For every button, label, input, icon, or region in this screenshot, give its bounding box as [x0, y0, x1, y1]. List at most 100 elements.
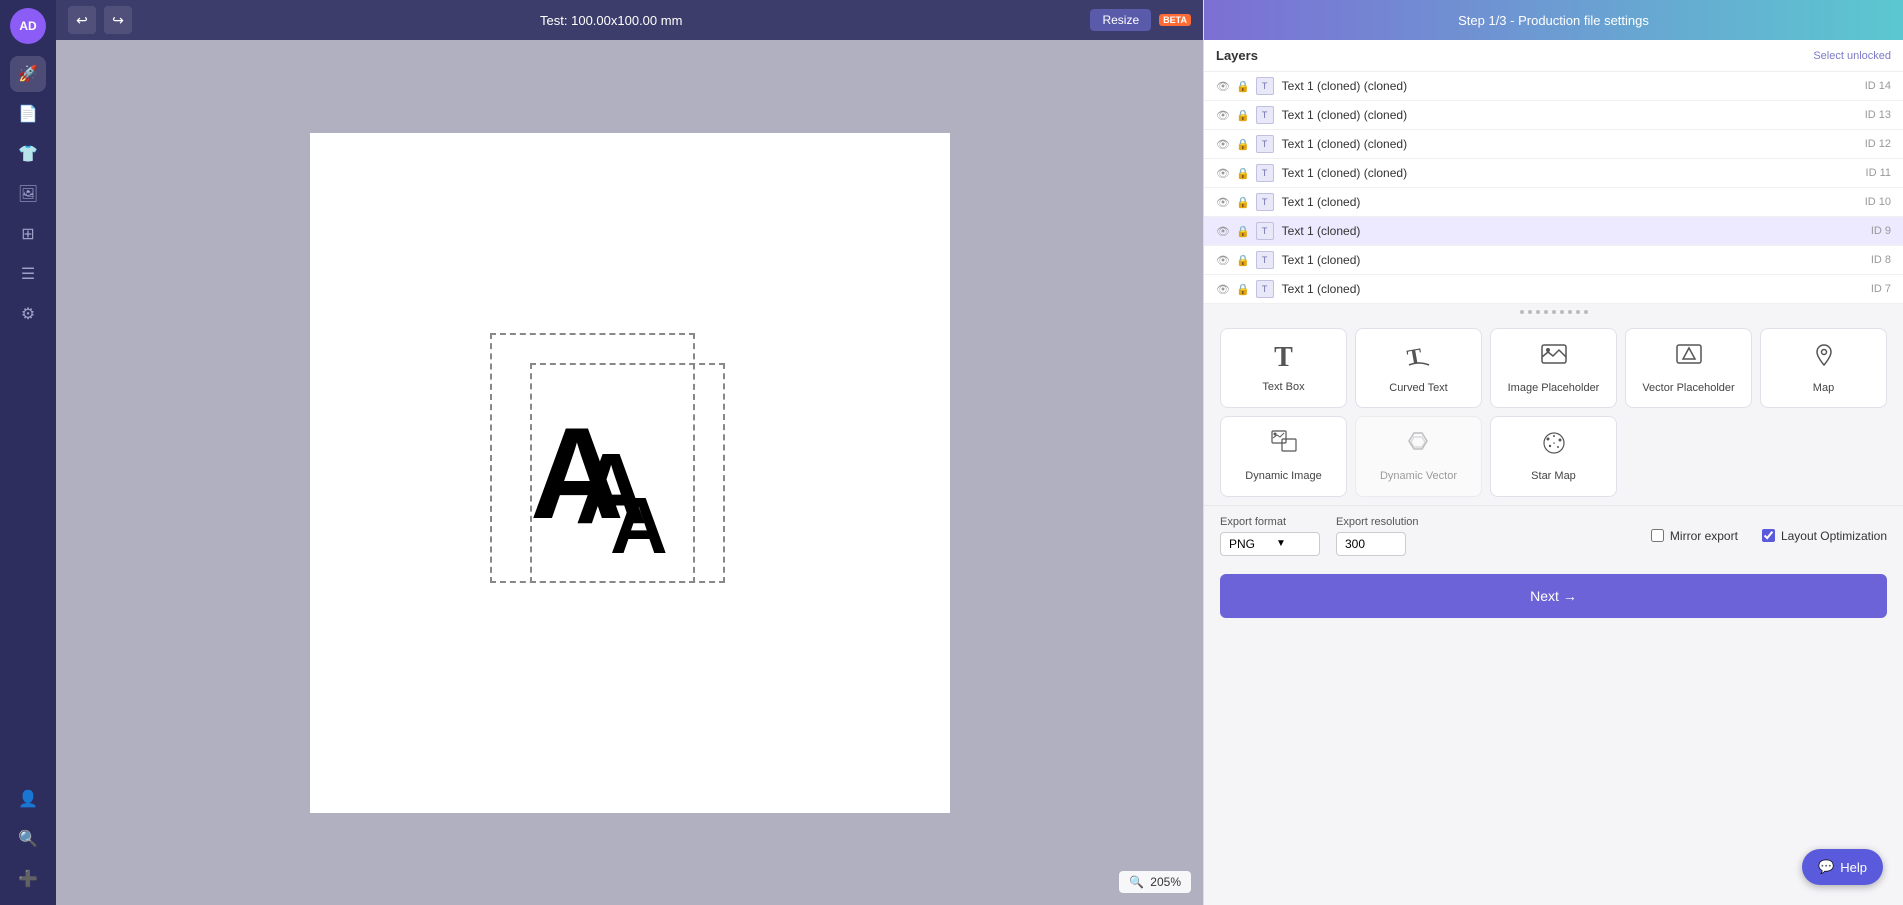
zoom-level: 205%: [1150, 875, 1181, 889]
layer-row[interactable]: 👁 🔒 T Text 1 (cloned) ID 7: [1204, 275, 1903, 304]
tool-vector-placeholder-label: Vector Placeholder: [1642, 381, 1734, 395]
layer-type-icon: T: [1256, 135, 1274, 153]
layer-id: ID 14: [1865, 80, 1891, 92]
layer-name: Text 1 (cloned) (cloned): [1282, 137, 1865, 151]
lock-icon[interactable]: 🔒: [1236, 196, 1250, 209]
vector-placeholder-icon: [1675, 341, 1703, 375]
sidebar-item-image[interactable]: 🖼: [10, 176, 46, 212]
avatar: AD: [10, 8, 46, 44]
layer-row[interactable]: 👁 🔒 T Text 1 (cloned) (cloned) ID 13: [1204, 101, 1903, 130]
mirror-export-label: Mirror export: [1670, 529, 1738, 543]
tool-vector-placeholder[interactable]: Vector Placeholder: [1625, 328, 1752, 408]
grip-handle[interactable]: [1204, 304, 1903, 320]
visibility-icon[interactable]: 👁: [1216, 254, 1230, 267]
grip-dot: [1584, 310, 1588, 314]
top-bar-left: ↩ ↪: [68, 6, 132, 34]
layer-id: ID 11: [1866, 167, 1891, 179]
visibility-icon[interactable]: 👁: [1216, 109, 1230, 122]
layer-name: Text 1 (cloned): [1282, 224, 1871, 238]
map-icon: [1810, 341, 1838, 375]
tool-dynamic-image[interactable]: Dynamic Image: [1220, 416, 1347, 496]
lock-icon[interactable]: 🔒: [1236, 167, 1250, 180]
visibility-icon[interactable]: 👁: [1216, 138, 1230, 151]
dynamic-image-icon: [1270, 429, 1298, 463]
layer-id: ID 9: [1871, 225, 1891, 237]
layer-row[interactable]: 👁 🔒 T Text 1 (cloned) (cloned) ID 11: [1204, 159, 1903, 188]
lock-icon[interactable]: 🔒: [1236, 109, 1250, 122]
tool-dynamic-image-label: Dynamic Image: [1245, 469, 1321, 483]
undo-button[interactable]: ↩: [68, 6, 96, 34]
layer-id: ID 7: [1871, 283, 1891, 295]
tool-star-map[interactable]: Star Map: [1490, 416, 1617, 496]
export-format-label: Export format: [1220, 516, 1320, 528]
visibility-icon[interactable]: 👁: [1216, 283, 1230, 296]
layer-row[interactable]: 👁 🔒 T Text 1 (cloned) (cloned) ID 14: [1204, 72, 1903, 101]
tool-map[interactable]: Map: [1760, 328, 1887, 408]
lock-icon[interactable]: 🔒: [1236, 225, 1250, 238]
layers-header: Layers Select unlocked: [1204, 40, 1903, 72]
text-art: A A A: [490, 353, 710, 583]
layer-row[interactable]: 👁 🔒 T Text 1 (cloned) ID 10: [1204, 188, 1903, 217]
layer-id: ID 12: [1865, 138, 1891, 150]
layer-id: ID 10: [1865, 196, 1891, 208]
sidebar-item-layers[interactable]: ⊞: [10, 216, 46, 252]
tool-image-placeholder[interactable]: Image Placeholder: [1490, 328, 1617, 408]
layout-optimization-checkbox[interactable]: [1762, 529, 1775, 542]
tool-star-map-label: Star Map: [1531, 469, 1576, 483]
export-resolution-input[interactable]: [1336, 532, 1406, 556]
step-label: Step 1/3 - Production file settings: [1458, 13, 1649, 28]
export-format-select-wrap[interactable]: PNG JPG PDF SVG ▼: [1220, 532, 1320, 556]
top-bar: ↩ ↪ Test: 100.00x100.00 mm Resize BETA: [56, 0, 1203, 40]
text-box-icon: T: [1274, 342, 1293, 374]
export-resolution-label: Export resolution: [1336, 516, 1419, 528]
help-button[interactable]: 💬 Help: [1802, 849, 1883, 885]
export-format-select[interactable]: PNG JPG PDF SVG: [1229, 537, 1272, 551]
layer-type-icon: T: [1256, 222, 1274, 240]
grip-dot: [1528, 310, 1532, 314]
select-unlocked-btn[interactable]: Select unlocked: [1813, 50, 1891, 62]
tool-text-box[interactable]: T Text Box: [1220, 328, 1347, 408]
sidebar-item-list[interactable]: ☰: [10, 256, 46, 292]
layer-id: ID 8: [1871, 254, 1891, 266]
grip-dot: [1576, 310, 1580, 314]
next-button[interactable]: Next →: [1220, 574, 1887, 618]
layer-row[interactable]: 👁 🔒 T Text 1 (cloned) (cloned) ID 12: [1204, 130, 1903, 159]
layer-type-icon: T: [1256, 106, 1274, 124]
tool-curved-text[interactable]: T Curved Text: [1355, 328, 1482, 408]
layers-list: 👁 🔒 T Text 1 (cloned) (cloned) ID 14 👁 🔒…: [1204, 72, 1903, 304]
lock-icon[interactable]: 🔒: [1236, 80, 1250, 93]
visibility-icon[interactable]: 👁: [1216, 225, 1230, 238]
tools-grid: T Text Box T Curved Text Image Placehold…: [1204, 320, 1903, 505]
grip-dot: [1568, 310, 1572, 314]
grip-dot: [1520, 310, 1524, 314]
redo-button[interactable]: ↪: [104, 6, 132, 34]
tool-dynamic-vector[interactable]: Dynamic Vector: [1355, 416, 1482, 496]
layer-name: Text 1 (cloned) (cloned): [1282, 166, 1866, 180]
lock-icon[interactable]: 🔒: [1236, 138, 1250, 151]
layer-row[interactable]: 👁 🔒 T Text 1 (cloned) ID 8: [1204, 246, 1903, 275]
layer-type-icon: T: [1256, 193, 1274, 211]
mirror-export-checkbox[interactable]: [1651, 529, 1664, 542]
sidebar-item-user[interactable]: 👤: [10, 781, 46, 817]
layer-type-icon: T: [1256, 251, 1274, 269]
sidebar-item-rocket[interactable]: 🚀: [10, 56, 46, 92]
tool-curved-text-label: Curved Text: [1389, 381, 1448, 395]
layout-optimization-group: Layout Optimization: [1762, 529, 1887, 543]
layer-row-selected[interactable]: 👁 🔒 T Text 1 (cloned) ID 9: [1204, 217, 1903, 246]
sidebar-item-shirt[interactable]: 👕: [10, 136, 46, 172]
sidebar-item-add[interactable]: ➕: [10, 861, 46, 897]
visibility-icon[interactable]: 👁: [1216, 196, 1230, 209]
layer-type-icon: T: [1256, 77, 1274, 95]
sidebar-item-settings[interactable]: ⚙: [10, 296, 46, 332]
tool-image-placeholder-label: Image Placeholder: [1508, 381, 1600, 395]
lock-icon[interactable]: 🔒: [1236, 254, 1250, 267]
sidebar-item-search[interactable]: 🔍: [10, 821, 46, 857]
resize-button[interactable]: Resize: [1090, 9, 1151, 31]
grip-dot: [1552, 310, 1556, 314]
lock-icon[interactable]: 🔒: [1236, 283, 1250, 296]
visibility-icon[interactable]: 👁: [1216, 167, 1230, 180]
export-format-group: Export format PNG JPG PDF SVG ▼: [1220, 516, 1320, 556]
sidebar-item-page[interactable]: 📄: [10, 96, 46, 132]
visibility-icon[interactable]: 👁: [1216, 80, 1230, 93]
grip-dot: [1536, 310, 1540, 314]
